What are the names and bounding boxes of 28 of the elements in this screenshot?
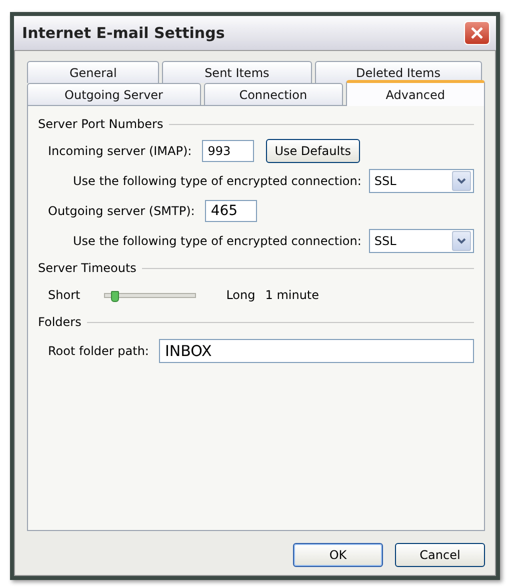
- input-field[interactable]: 993: [202, 140, 254, 162]
- close-icon: [470, 26, 484, 40]
- input-field[interactable]: INBOX: [158, 339, 474, 363]
- encryption-dropdown[interactable]: SSL: [369, 169, 474, 193]
- encryption-label: Use the following type of encrypted connection:: [73, 174, 362, 188]
- window-title: Internet E-mail Settings: [22, 24, 225, 42]
- section-heading: Server Timeouts: [38, 261, 136, 275]
- section-heading: Folders: [38, 315, 82, 329]
- tab[interactable]: Connection: [204, 83, 343, 105]
- encryption-label: Use the following type of encrypted connection:: [73, 234, 362, 248]
- tab[interactable]: Advanced: [346, 80, 485, 106]
- field-label: Root folder path:: [48, 344, 149, 358]
- field-label: Outgoing server (SMTP):: [48, 204, 195, 218]
- input-field[interactable]: 465: [204, 200, 257, 222]
- tab[interactable]: General: [27, 61, 160, 83]
- close-button[interactable]: [464, 21, 490, 45]
- use-defaults-button[interactable]: Use Defaults: [266, 139, 360, 163]
- section-heading: Server Port Numbers: [38, 117, 164, 131]
- field-label: Incoming server (IMAP):: [48, 144, 192, 158]
- timeout-reading: 1 minute: [265, 288, 320, 302]
- cancel-button[interactable]: Cancel: [395, 543, 485, 567]
- ok-button[interactable]: OK: [293, 543, 383, 567]
- slider-label: Long: [226, 288, 256, 302]
- tab[interactable]: Outgoing Server: [27, 83, 201, 105]
- tab[interactable]: Sent Items: [162, 61, 312, 83]
- encryption-dropdown[interactable]: SSL: [369, 229, 474, 253]
- slider-thumb[interactable]: [111, 290, 120, 302]
- slider-label: Short: [48, 288, 80, 302]
